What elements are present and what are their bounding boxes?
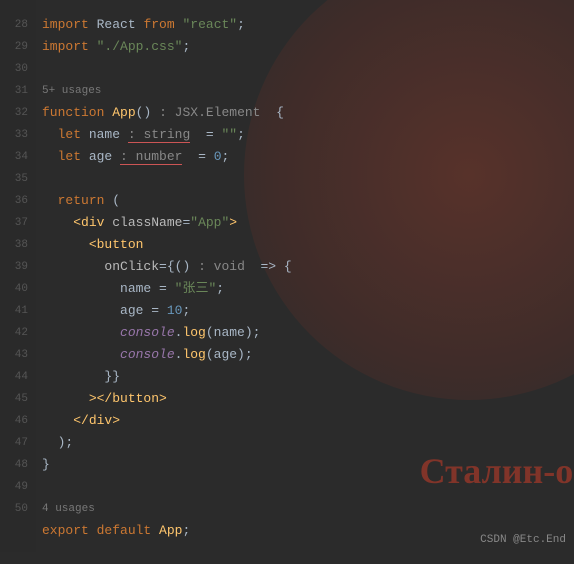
code-line[interactable]: ></button> [42, 388, 292, 410]
line-number: 33 [0, 124, 28, 146]
line-number: 49 [0, 476, 28, 498]
code-line[interactable]: } [42, 454, 292, 476]
line-number: 45 [0, 388, 28, 410]
code-line[interactable]: let name : string = ""; [42, 124, 292, 146]
code-line[interactable] [42, 542, 292, 564]
usages-hint[interactable]: 5+ usages [42, 80, 292, 102]
line-number: 29 [0, 36, 28, 58]
code-line[interactable] [42, 476, 292, 498]
usages-hint[interactable]: 4 usages [42, 498, 292, 520]
line-number: 39 [0, 256, 28, 278]
line-number-gutter: 28 29 30 31 32 33 34 35 36 37 38 39 40 4… [0, 0, 36, 552]
code-line[interactable]: export default App; [42, 520, 292, 542]
line-number: 48 [0, 454, 28, 476]
code-line[interactable]: function App() : JSX.Element { [42, 102, 292, 124]
code-line[interactable]: console.log(age); [42, 344, 292, 366]
code-line[interactable]: import React from "react"; [42, 14, 292, 36]
code-line[interactable]: name = "张三"; [42, 278, 292, 300]
line-number: 34 [0, 146, 28, 168]
line-number: 50 [0, 498, 28, 520]
code-line[interactable]: onClick={() : void => { [42, 256, 292, 278]
line-number: 37 [0, 212, 28, 234]
code-line[interactable]: import "./App.css"; [42, 36, 292, 58]
line-number: 38 [0, 234, 28, 256]
line-number: 35 [0, 168, 28, 190]
code-line[interactable]: age = 10; [42, 300, 292, 322]
code-line[interactable]: </div> [42, 410, 292, 432]
code-editor[interactable]: 28 29 30 31 32 33 34 35 36 37 38 39 40 4… [0, 0, 574, 552]
code-line[interactable]: return ( [42, 190, 292, 212]
line-number: 42 [0, 322, 28, 344]
line-number: 30 [0, 58, 28, 80]
line-number: 44 [0, 366, 28, 388]
code-line[interactable]: }} [42, 366, 292, 388]
line-number: 31 [0, 80, 28, 102]
line-number: 41 [0, 300, 28, 322]
code-line[interactable]: let age : number = 0; [42, 146, 292, 168]
code-line[interactable]: ); [42, 432, 292, 454]
code-line[interactable] [42, 58, 292, 80]
line-number: 40 [0, 278, 28, 300]
code-line[interactable] [42, 168, 292, 190]
line-number: 28 [0, 14, 28, 36]
watermark-text: CSDN @Etc.End [480, 534, 566, 546]
line-number: 43 [0, 344, 28, 366]
line-number: 36 [0, 190, 28, 212]
line-number: 46 [0, 410, 28, 432]
line-number: 47 [0, 432, 28, 454]
line-number: 32 [0, 102, 28, 124]
code-line[interactable]: <div className="App"> [42, 212, 292, 234]
code-line[interactable]: console.log(name); [42, 322, 292, 344]
code-line[interactable]: <button [42, 234, 292, 256]
code-content[interactable]: import React from "react"; import "./App… [36, 0, 292, 552]
